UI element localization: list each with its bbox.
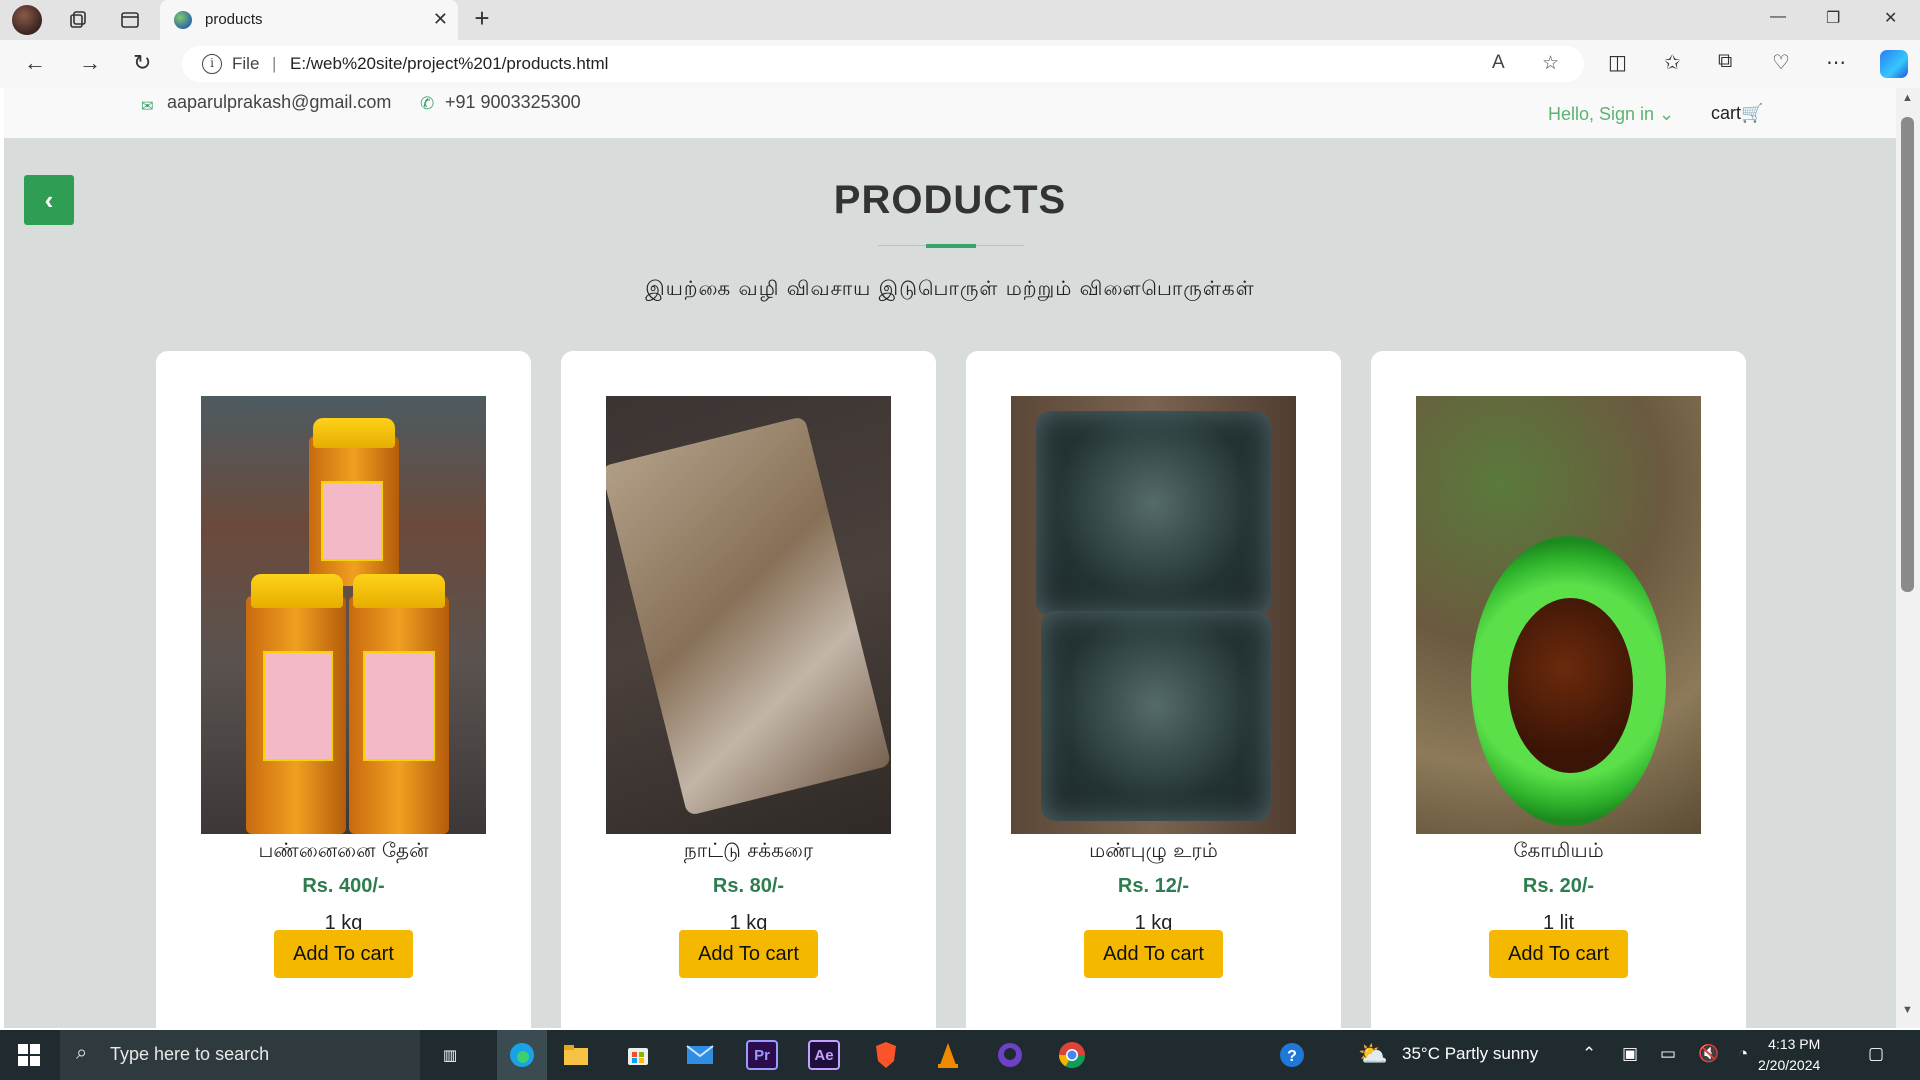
tab-title: products bbox=[205, 11, 263, 28]
edge-app-icon[interactable] bbox=[497, 1030, 547, 1080]
envelope-icon: ✉ bbox=[141, 98, 154, 115]
product-image bbox=[201, 396, 486, 834]
add-to-cart-button[interactable]: Add To cart bbox=[274, 930, 413, 978]
forward-arrow-icon[interactable]: → bbox=[79, 50, 101, 76]
svg-text:?: ? bbox=[1287, 1048, 1297, 1065]
file-explorer-icon[interactable] bbox=[560, 1040, 592, 1070]
address-bar-row: ← → ↻ i File | E:/web%20site/project%201… bbox=[0, 40, 1920, 88]
product-card: பண்னைனை தேன் Rs. 400/- 1 kg Add To cart bbox=[156, 351, 531, 1028]
weather-text[interactable]: 35°C Partly sunny bbox=[1402, 1044, 1538, 1064]
store-icon[interactable] bbox=[622, 1040, 654, 1070]
read-aloud-icon[interactable]: A bbox=[1492, 52, 1505, 74]
product-image bbox=[1011, 396, 1296, 834]
premiere-pro-icon[interactable]: Pr bbox=[746, 1040, 778, 1070]
product-name: மண்புழு உரம் bbox=[1089, 838, 1218, 862]
system-clock[interactable]: 4:13 PM 2/20/2024 bbox=[1758, 1034, 1820, 1076]
cart-link[interactable]: cart🛒 bbox=[1711, 103, 1763, 124]
chevron-up-icon[interactable]: ⌃ bbox=[1582, 1044, 1596, 1064]
minimize-icon[interactable]: — bbox=[1770, 8, 1786, 26]
browser-essentials-icon[interactable]: ♡ bbox=[1772, 50, 1790, 75]
product-card: கோமியம் Rs. 20/- 1 lit Add To cart bbox=[1371, 351, 1746, 1028]
collections-toolbar-icon[interactable]: ⧉ bbox=[1718, 50, 1732, 73]
web-page: ✉ aaparulprakash@gmail.com ✆ +91 9003325… bbox=[4, 88, 1896, 1028]
volume-muted-icon[interactable]: 🔇 bbox=[1698, 1044, 1719, 1064]
collections-icon[interactable] bbox=[64, 6, 92, 34]
url-separator: | bbox=[272, 54, 277, 73]
contact-phone: +91 9003325300 bbox=[445, 92, 581, 112]
clock-time: 4:13 PM bbox=[1768, 1036, 1821, 1052]
mail-icon[interactable] bbox=[684, 1040, 716, 1070]
restore-icon[interactable]: ❐ bbox=[1826, 8, 1840, 28]
weather-icon: ⛅ bbox=[1358, 1041, 1388, 1068]
copilot-icon[interactable] bbox=[1880, 50, 1908, 78]
product-price: Rs. 12/- bbox=[1117, 875, 1190, 897]
search-placeholder: Type here to search bbox=[110, 1044, 270, 1064]
scroll-up-icon[interactable]: ▲ bbox=[1902, 92, 1913, 104]
chrome-icon[interactable] bbox=[1056, 1040, 1088, 1070]
taskbar: ⌕ Type here to search ▥ Pr Ae ? ⛅ 35°C P… bbox=[0, 1030, 1920, 1080]
search-icon: ⌕ bbox=[76, 1042, 88, 1064]
page-title: PRODUCTS bbox=[833, 178, 1067, 222]
tab-actions-icon[interactable] bbox=[116, 6, 144, 34]
product-image bbox=[606, 396, 891, 834]
profile-avatar[interactable] bbox=[12, 5, 42, 35]
refresh-icon[interactable]: ↻ bbox=[133, 50, 151, 76]
title-divider-accent bbox=[926, 244, 976, 248]
wifi-icon[interactable]: ◔ bbox=[1738, 1044, 1748, 1064]
new-tab-icon[interactable]: + bbox=[468, 3, 496, 33]
add-to-cart-button[interactable]: Add To cart bbox=[679, 930, 818, 978]
task-view-icon[interactable]: ▥ bbox=[434, 1040, 466, 1070]
contact-email: aaparulprakash@gmail.com bbox=[167, 92, 392, 112]
product-price: Rs. 20/- bbox=[1522, 875, 1595, 897]
url-bar[interactable]: i File | E:/web%20site/project%201/produ… bbox=[182, 46, 1584, 82]
tab-products[interactable]: products ✕ bbox=[160, 0, 458, 40]
brave-browser-icon[interactable] bbox=[870, 1040, 902, 1070]
info-icon[interactable]: i bbox=[202, 54, 222, 74]
product-name: பண்னைனை தேன் bbox=[258, 838, 429, 862]
meet-now-icon[interactable]: ▣ bbox=[1622, 1044, 1638, 1064]
split-screen-icon[interactable]: ◫ bbox=[1608, 50, 1627, 75]
browser-tab-bar: products ✕ + — ❐ ✕ bbox=[0, 0, 1920, 40]
phone-icon: ✆ bbox=[420, 94, 435, 113]
after-effects-icon[interactable]: Ae bbox=[808, 1040, 840, 1070]
product-price: Rs. 80/- bbox=[712, 875, 785, 897]
page-subtitle: இயற்கை வழி விவசாய இடுபொருள் மற்றும் விளை… bbox=[645, 276, 1255, 300]
more-options-icon[interactable]: ⋯ bbox=[1826, 50, 1846, 75]
favorite-star-icon[interactable]: ☆ bbox=[1542, 52, 1559, 75]
add-to-cart-button[interactable]: Add To cart bbox=[1084, 930, 1223, 978]
battery-icon[interactable]: ▭ bbox=[1660, 1044, 1676, 1064]
globe-icon bbox=[174, 11, 192, 29]
github-icon[interactable] bbox=[994, 1040, 1026, 1070]
product-name: கோமியம் bbox=[1513, 838, 1604, 862]
vlc-icon[interactable] bbox=[932, 1040, 964, 1070]
back-arrow-icon[interactable]: ← bbox=[24, 50, 46, 76]
top-info-bar: ✉ aaparulprakash@gmail.com ✆ +91 9003325… bbox=[4, 88, 1896, 138]
favorites-icon[interactable]: ✩ bbox=[1664, 50, 1681, 75]
product-name: நாட்டு சக்கரை bbox=[683, 838, 814, 862]
close-tab-icon[interactable]: ✕ bbox=[433, 9, 448, 30]
clock-date: 2/20/2024 bbox=[1758, 1057, 1821, 1073]
notifications-icon[interactable]: ▢ bbox=[1868, 1044, 1884, 1064]
signin-dropdown[interactable]: Hello, Sign in ⌄ bbox=[1548, 104, 1674, 125]
help-icon[interactable]: ? bbox=[1276, 1040, 1308, 1070]
taskbar-search[interactable]: ⌕ Type here to search bbox=[60, 1030, 420, 1080]
scrollbar-thumb[interactable] bbox=[1901, 117, 1914, 592]
file-label: File bbox=[232, 54, 260, 73]
product-image bbox=[1416, 396, 1701, 834]
product-price: Rs. 400/- bbox=[302, 875, 385, 897]
add-to-cart-button[interactable]: Add To cart bbox=[1489, 930, 1628, 978]
windows-start-icon[interactable] bbox=[18, 1044, 40, 1066]
close-window-icon[interactable]: ✕ bbox=[1884, 8, 1897, 28]
scroll-down-icon[interactable]: ▼ bbox=[1902, 1004, 1913, 1016]
product-card: நாட்டு சக்கரை Rs. 80/- 1 kg Add To cart bbox=[561, 351, 936, 1028]
product-card: மண்புழு உரம் Rs. 12/- 1 kg Add To cart bbox=[966, 351, 1341, 1028]
url-text[interactable]: E:/web%20site/project%201/products.html bbox=[290, 54, 608, 74]
